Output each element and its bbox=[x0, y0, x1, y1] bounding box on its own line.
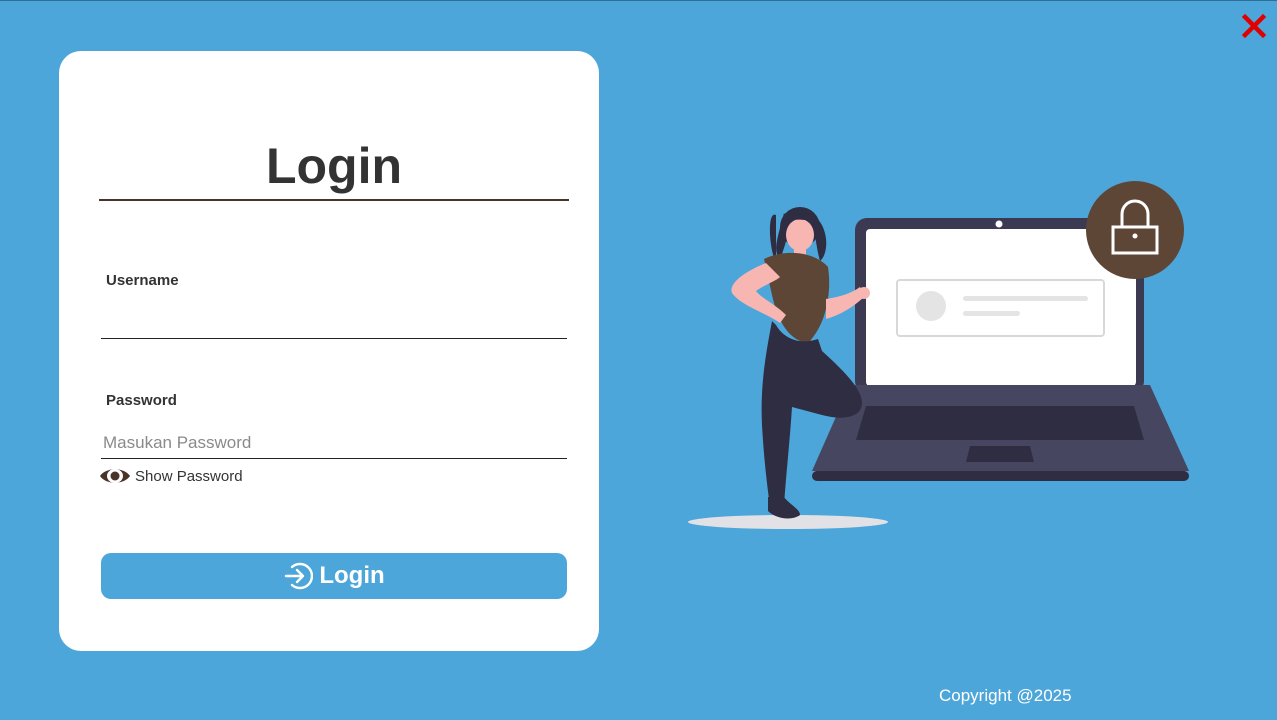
login-button-label: Login bbox=[319, 562, 385, 589]
eye-icon bbox=[100, 469, 130, 483]
show-password-label: Show Password bbox=[135, 467, 243, 485]
password-input[interactable] bbox=[101, 427, 567, 459]
close-icon bbox=[1241, 13, 1267, 39]
login-title: Login bbox=[265, 138, 403, 194]
title-divider bbox=[99, 199, 569, 201]
copyright-text: Copyright @2025 bbox=[939, 686, 1072, 705]
username-label: Username bbox=[106, 272, 179, 289]
password-label: Password bbox=[106, 392, 177, 409]
top-border bbox=[0, 0, 1277, 1]
login-button[interactable]: Login bbox=[101, 553, 567, 599]
close-button[interactable] bbox=[1240, 12, 1268, 40]
show-password-toggle[interactable]: Show Password bbox=[99, 464, 243, 488]
sign-in-icon bbox=[285, 562, 314, 590]
username-input[interactable] bbox=[101, 307, 567, 339]
login-illustration bbox=[688, 181, 1189, 529]
login-card: Login Username Password Show Password Lo… bbox=[59, 51, 599, 651]
padlock-icon bbox=[1086, 181, 1184, 279]
